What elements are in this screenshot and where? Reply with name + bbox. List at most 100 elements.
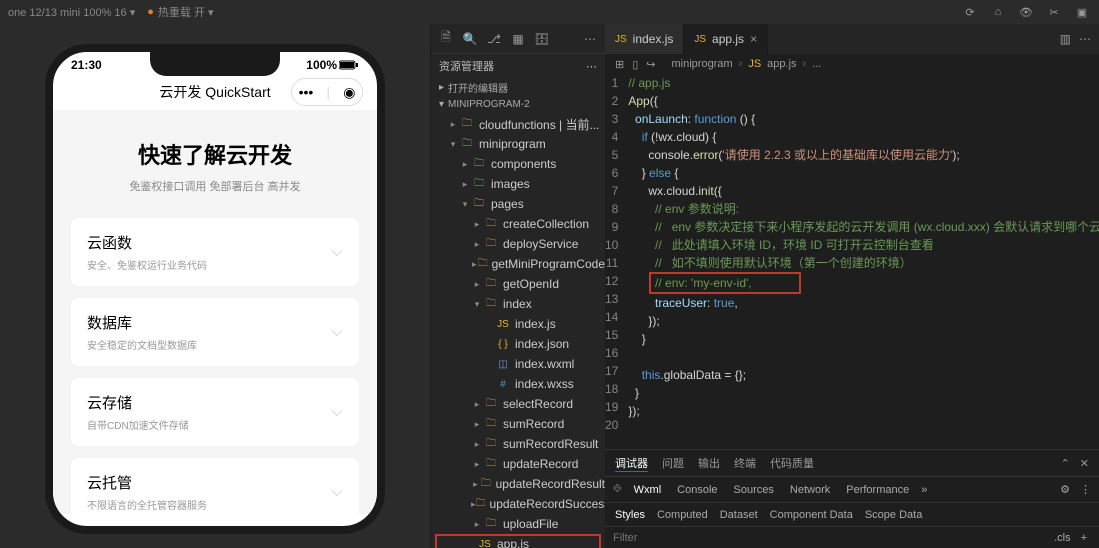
elements-tab[interactable]: Computed: [657, 509, 708, 521]
elements-subtabs: Styles Computed Dataset Component Data Scope…: [605, 502, 1099, 526]
folder-icon: 🗀: [483, 457, 499, 471]
folder-icon: 🗀: [459, 117, 475, 131]
panel-tab[interactable]: 问题: [662, 455, 684, 471]
split-icon[interactable]: ▥: [1060, 32, 1071, 46]
refresh-icon[interactable]: ⟳: [961, 3, 979, 21]
branch-icon[interactable]: ⎇: [485, 30, 503, 48]
phone-time: 21:30: [71, 58, 102, 72]
tree-folder[interactable]: ▾🗀pages: [431, 194, 605, 214]
bookmark-icon[interactable]: ▯: [632, 58, 638, 71]
tree-folder[interactable]: ▸🗀selectRecord: [431, 394, 605, 414]
devtools-tab[interactable]: Wxml: [632, 484, 664, 496]
tree-folder[interactable]: ▸🗀uploadFile: [431, 514, 605, 534]
tree-folder[interactable]: ▸🗀cloudfunctions | 当前...: [431, 114, 605, 134]
panel-tab[interactable]: 输出: [698, 455, 720, 471]
tree-folder[interactable]: ▸🗀updateRecordSuccess: [431, 494, 605, 514]
tree-folder[interactable]: ▾🗀miniprogram: [431, 134, 605, 154]
hero-block: 快速了解云开发 免鉴权接口调用 免部署后台 高并发: [71, 120, 359, 206]
tree-folder[interactable]: ▾🗀index: [431, 294, 605, 314]
more-tabs-icon[interactable]: »: [921, 484, 927, 496]
folder-icon: 🗀: [459, 137, 475, 151]
file-icon: JS: [495, 317, 511, 331]
panel-tab[interactable]: 代码质量: [770, 455, 814, 471]
devtools-tab[interactable]: Performance: [844, 484, 911, 496]
open-editors-header[interactable]: ▸打开的编辑器: [431, 78, 605, 97]
close-icon[interactable]: ✕: [1080, 457, 1089, 470]
simulator-panel: 21:30 100% 云开发 QuickStart ••• | ◉ 快速了解云开…: [0, 24, 430, 548]
cut-icon[interactable]: ✂: [1045, 3, 1063, 21]
filter-input[interactable]: [613, 532, 1048, 544]
code-area[interactable]: 1234567891011121314151617181920 // app.j…: [605, 74, 1099, 449]
devtools-tab[interactable]: Console: [675, 484, 719, 496]
tree-file[interactable]: { }index.json: [431, 334, 605, 354]
elements-tab[interactable]: Scope Data: [865, 509, 922, 521]
tree-folder[interactable]: ▸🗀images: [431, 174, 605, 194]
project-header[interactable]: ▾MINIPROGRAM-2: [431, 97, 605, 112]
feature-card[interactable]: 云存储自带CDN加速文件存储⌵: [71, 378, 359, 446]
eye-icon[interactable]: 👁: [1017, 3, 1035, 21]
tree-folder[interactable]: ▸🗀sumRecord: [431, 414, 605, 434]
bottom-panel: 调试器问题输出终端代码质量 ⌃ ✕ ⟐ Wxml Console Sources Ne…: [605, 449, 1099, 548]
editor-tab[interactable]: JSapp.js×: [684, 24, 768, 54]
elements-tab[interactable]: Styles: [615, 509, 645, 521]
files-icon[interactable]: 🗎: [437, 30, 455, 48]
capsule-menu[interactable]: ••• | ◉: [291, 78, 363, 106]
breadcrumb-item[interactable]: app.js: [767, 58, 796, 70]
tree-folder[interactable]: ▸🗀components: [431, 154, 605, 174]
folder-icon: 🗀: [483, 417, 499, 431]
tree-folder[interactable]: ▸🗀createCollection: [431, 214, 605, 234]
tree-file[interactable]: JSapp.js: [435, 534, 601, 548]
js-file-icon: JS: [615, 34, 627, 45]
storage-icon[interactable]: 🗄: [533, 30, 551, 48]
tree-folder[interactable]: ▸🗀sumRecordResult: [431, 434, 605, 454]
device-status[interactable]: one 12/13 mini 100% 16 ▾: [8, 6, 135, 19]
breadcrumb-item[interactable]: ...: [812, 58, 821, 70]
tree-file[interactable]: ◫index.wxml: [431, 354, 605, 374]
ellipsis-icon[interactable]: ⋯: [586, 60, 597, 73]
hot-reload-toggle[interactable]: ●热重载 开 ▾: [147, 4, 213, 20]
search-icon[interactable]: 🔍: [461, 30, 479, 48]
panel-tab[interactable]: 调试器: [615, 455, 648, 472]
editor-tab[interactable]: JSindex.js: [605, 24, 684, 54]
add-icon[interactable]: +: [1077, 532, 1091, 544]
tree-folder[interactable]: ▸🗀deployService: [431, 234, 605, 254]
panel-tab[interactable]: 终端: [734, 455, 756, 471]
tree-folder[interactable]: ▸🗀updateRecordResult: [431, 474, 605, 494]
editor-panel: JSindex.jsJSapp.js× ▥ ⋯ ⊞ ▯ ↪ miniprogra…: [605, 24, 1099, 548]
home-icon[interactable]: ⌂: [989, 3, 1007, 21]
ellipsis-icon[interactable]: ⋯: [581, 30, 599, 48]
devtools-tab[interactable]: Network: [788, 484, 832, 496]
chevron-up-icon[interactable]: ⌃: [1061, 457, 1070, 470]
ellipsis-icon[interactable]: ⋯: [1079, 32, 1091, 46]
kebab-icon[interactable]: ⋮: [1080, 483, 1091, 496]
elements-tab[interactable]: Component Data: [770, 509, 853, 521]
tree-folder[interactable]: ▸🗀getMiniProgramCode: [431, 254, 605, 274]
screenshot-icon[interactable]: ▣: [1073, 3, 1091, 21]
panel-tabs: 调试器问题输出终端代码质量 ⌃ ✕: [605, 450, 1099, 476]
gear-icon[interactable]: ⚙: [1060, 483, 1070, 496]
feature-card[interactable]: 数据库安全稳定的文档型数据库⌵: [71, 298, 359, 366]
tree-file[interactable]: #index.wxss: [431, 374, 605, 394]
folder-icon: 🗀: [471, 197, 487, 211]
chevron-down-icon: ⌵: [331, 403, 343, 421]
hero-subtitle: 免鉴权接口调用 免部署后台 高并发: [71, 178, 359, 194]
cls-toggle[interactable]: .cls: [1048, 532, 1077, 544]
feature-card[interactable]: 云函数安全、免鉴权运行业务代码⌵: [71, 218, 359, 286]
editor-tabs: JSindex.jsJSapp.js× ▥ ⋯: [605, 24, 1099, 54]
breadcrumb-item[interactable]: miniprogram: [672, 58, 733, 70]
tree-folder[interactable]: ▸🗀updateRecord: [431, 454, 605, 474]
grid-icon[interactable]: ▦: [509, 30, 527, 48]
tree-file[interactable]: JSindex.js: [431, 314, 605, 334]
more-icon[interactable]: •••: [299, 84, 314, 100]
feature-card[interactable]: 云托管不限语言的全托管容器服务⌵: [71, 458, 359, 514]
close-icon[interactable]: ×: [750, 32, 757, 46]
forward-icon[interactable]: ↪: [646, 58, 655, 71]
devtools-tab[interactable]: Sources: [732, 484, 776, 496]
tree-folder[interactable]: ▸🗀getOpenId: [431, 274, 605, 294]
inspect-icon[interactable]: ⟐: [613, 483, 622, 496]
close-target-icon[interactable]: ◉: [343, 84, 355, 101]
phone-frame: 21:30 100% 云开发 QuickStart ••• | ◉ 快速了解云开…: [45, 44, 385, 534]
chevron-down-icon: ⌵: [331, 483, 343, 501]
expand-icon[interactable]: ⊞: [615, 58, 624, 71]
elements-tab[interactable]: Dataset: [720, 509, 758, 521]
